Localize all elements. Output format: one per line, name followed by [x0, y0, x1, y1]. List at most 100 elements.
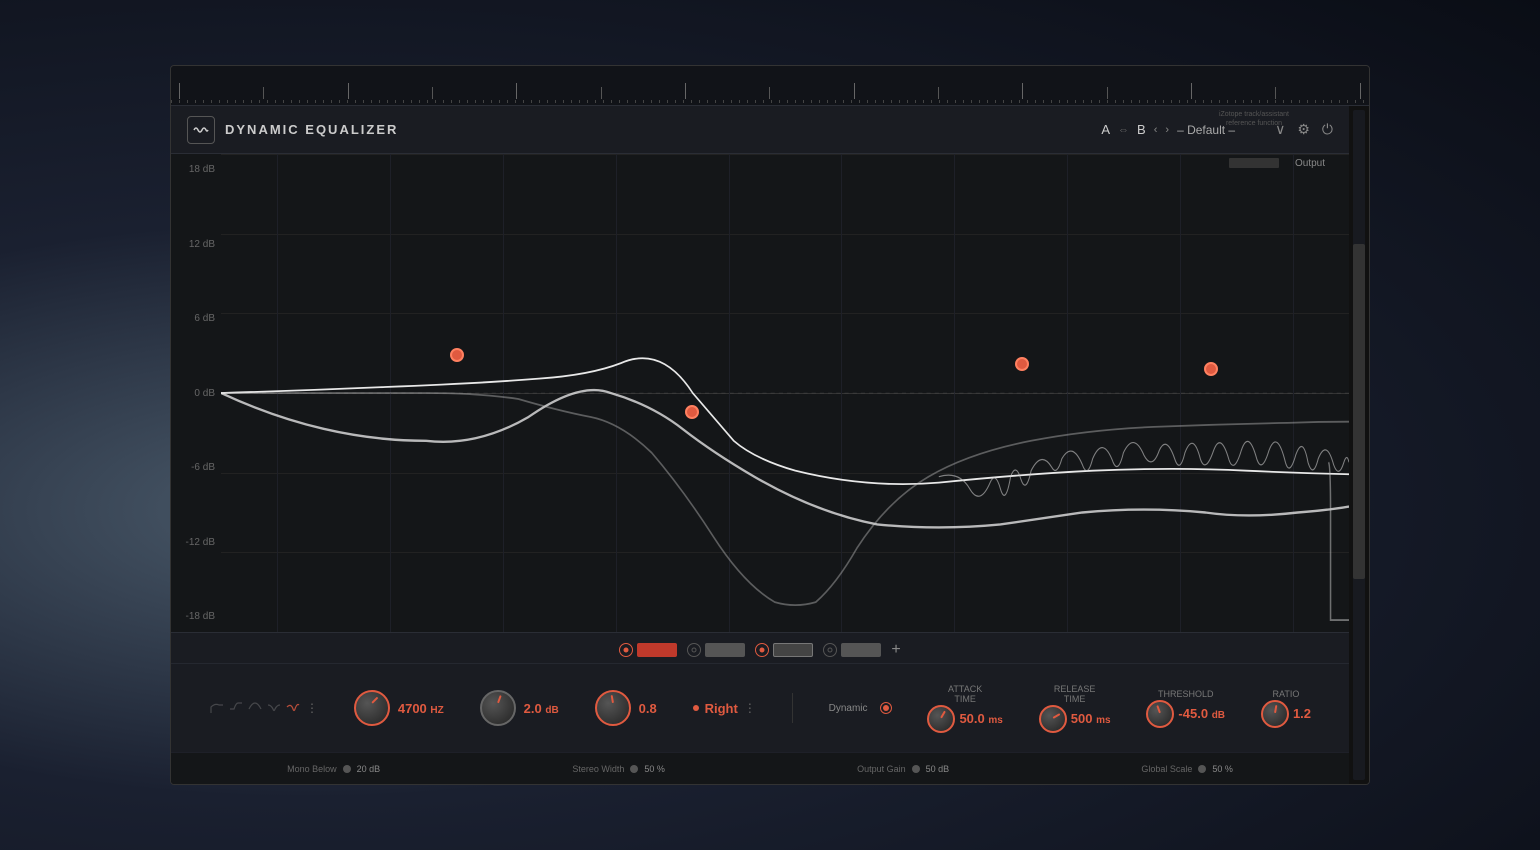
scrollbar-thumb[interactable] — [1353, 244, 1365, 579]
timeline-ruler — [171, 66, 1369, 106]
filter-type-icons: ⋮ — [209, 701, 318, 715]
band-4-color[interactable] — [841, 643, 881, 657]
filter-dynamic-icon[interactable] — [285, 701, 301, 715]
channel-value: Right — [705, 701, 738, 716]
db-label-n6: -6 dB — [171, 462, 221, 473]
attack-value: 50.0 ms — [959, 711, 1002, 726]
plugin-title: DYNAMIC EQUALIZER — [225, 122, 398, 137]
release-knob[interactable] — [1039, 705, 1067, 733]
eq-node-1[interactable] — [450, 348, 464, 362]
band-3-btn[interactable] — [755, 643, 813, 657]
attack-knob[interactable] — [927, 705, 955, 733]
global-scale-value: 50 % — [1212, 764, 1233, 774]
eq-node-3[interactable] — [1015, 357, 1029, 371]
filter-shelf-icon[interactable] — [228, 701, 244, 715]
band-1-btn[interactable] — [619, 643, 677, 657]
eq-node-4[interactable] — [1204, 362, 1218, 376]
stereo-width-knob[interactable] — [630, 765, 638, 773]
filter-notch-icon[interactable] — [266, 701, 282, 715]
db-label-0: 0 dB — [171, 388, 221, 399]
q-group: 0.8 — [595, 690, 657, 726]
dynamic-power-button[interactable] — [880, 702, 892, 714]
threshold-knob[interactable] — [1146, 700, 1174, 728]
threshold-group: Threshold -45.0 dB — [1146, 689, 1225, 728]
channel-more-icon[interactable]: ⋮ — [744, 701, 756, 715]
ratio-knob[interactable] — [1261, 700, 1289, 728]
band-4-btn[interactable] — [823, 643, 881, 657]
band-selector: + — [171, 633, 1349, 664]
scrollbar-track[interactable] — [1353, 110, 1365, 780]
arrow-left[interactable]: ‹ — [1154, 124, 1158, 136]
output-gain-value: 50 dB — [926, 764, 950, 774]
filter-hp-icon[interactable] — [209, 701, 225, 715]
ab-button-a[interactable]: A — [1101, 122, 1110, 137]
global-scale-label: Global Scale — [1141, 764, 1192, 774]
ratio-label: Ratio — [1273, 689, 1300, 699]
stereo-width-label: Stereo Width — [572, 764, 624, 774]
eq-header: DYNAMIC EQUALIZER A ⇔ B ‹ › – Default – … — [171, 106, 1349, 154]
ratio-value: 1.2 — [1293, 706, 1311, 721]
mono-below-label: Mono Below — [287, 764, 337, 774]
ab-button-b[interactable]: B — [1137, 122, 1146, 137]
filter-bell-icon[interactable] — [247, 701, 263, 715]
output-label: Output — [1295, 158, 1325, 169]
db-label-n12: -12 dB — [171, 537, 221, 548]
mono-below-knob[interactable] — [343, 765, 351, 773]
mono-below-param: Mono Below 20 dB — [287, 764, 380, 774]
main-area: DYNAMIC EQUALIZER A ⇔ B ‹ › – Default – … — [171, 106, 1369, 784]
channel-group: Right ⋮ — [693, 701, 756, 716]
release-group: ReleaseTime 500 ms — [1039, 684, 1111, 733]
global-scale-param: Global Scale 50 % — [1141, 764, 1233, 774]
ratio-group: Ratio 1.2 — [1261, 689, 1311, 728]
eq-curve-svg — [221, 154, 1349, 632]
channel-dot[interactable] — [693, 705, 699, 711]
output-gain-param: Output Gain 50 dB — [857, 764, 949, 774]
db-label-n18: -18 dB — [171, 611, 221, 622]
band-3-power[interactable] — [755, 643, 769, 657]
eq-controls: + — [171, 632, 1349, 752]
band-2-power[interactable] — [687, 643, 701, 657]
gain-knob[interactable] — [480, 690, 516, 726]
threshold-label: Threshold — [1158, 689, 1214, 699]
output-gain-knob[interactable] — [912, 765, 920, 773]
band-1-power[interactable] — [619, 643, 633, 657]
plugin-logo — [187, 116, 215, 144]
settings-icon[interactable]: ⚙ — [1297, 121, 1310, 138]
frequency-group: 4700 HZ — [354, 690, 444, 726]
stereo-width-value: 50 % — [644, 764, 665, 774]
q-value: 0.8 — [639, 701, 657, 716]
q-knob[interactable] — [595, 690, 631, 726]
bottom-strip: Mono Below 20 dB Stereo Width 50 % Outpu… — [171, 752, 1349, 784]
global-scale-knob[interactable] — [1198, 765, 1206, 773]
band-4-power[interactable] — [823, 643, 837, 657]
band-2-color[interactable] — [705, 643, 745, 657]
add-band-button[interactable]: + — [891, 641, 900, 659]
attack-group: AttackTime 50.0 ms — [927, 684, 1002, 733]
arrow-right[interactable]: › — [1165, 124, 1169, 136]
release-value: 500 ms — [1071, 711, 1111, 726]
db-label-12: 12 dB — [171, 239, 221, 250]
dynamic-group: Dynamic — [829, 702, 892, 714]
eq-graph[interactable]: 18 dB 12 dB 6 dB 0 dB -6 dB -12 dB -18 d… — [171, 154, 1349, 632]
threshold-value: -45.0 dB — [1178, 706, 1225, 721]
right-scrollbar[interactable] — [1349, 106, 1369, 784]
band-params: ⋮ 4700 HZ — [171, 664, 1349, 752]
band-1-color[interactable] — [637, 643, 677, 657]
dynamic-label: Dynamic — [829, 703, 868, 714]
eq-node-2[interactable] — [685, 405, 699, 419]
band-2-btn[interactable] — [687, 643, 745, 657]
db-label-6: 6 dB — [171, 313, 221, 324]
gain-value: 2.0 dB — [524, 701, 559, 716]
stereo-width-param: Stereo Width 50 % — [572, 764, 665, 774]
output-gain-label: Output Gain — [857, 764, 906, 774]
header-extra-text: iZotope track/assistant reference functi… — [1219, 110, 1289, 128]
eq-area: DYNAMIC EQUALIZER A ⇔ B ‹ › – Default – … — [171, 106, 1349, 784]
frequency-value: 4700 HZ — [398, 701, 444, 716]
more-icon[interactable]: ⋮ — [306, 701, 318, 715]
mono-below-value: 20 dB — [357, 764, 381, 774]
release-label: ReleaseTime — [1054, 684, 1096, 704]
attack-label: AttackTime — [948, 684, 982, 704]
power-icon[interactable]: ⏻ — [1322, 121, 1333, 138]
frequency-knob[interactable] — [354, 690, 390, 726]
band-3-color[interactable] — [773, 643, 813, 657]
